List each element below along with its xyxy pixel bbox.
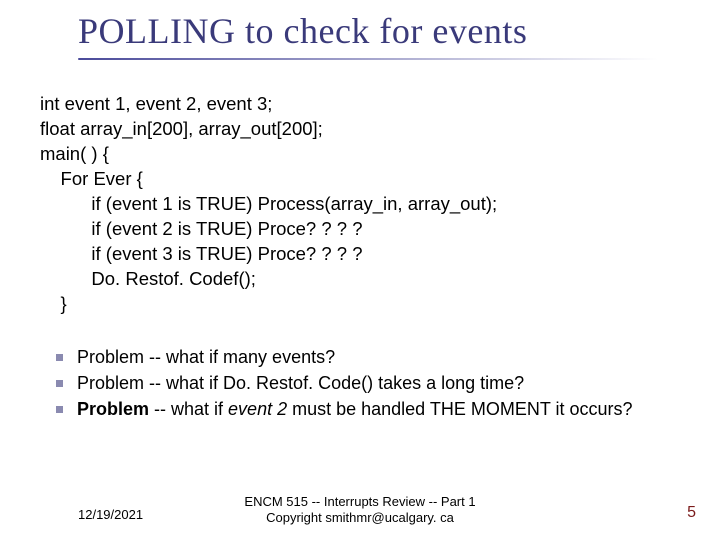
footer-line1: ENCM 515 -- Interrupts Review -- Part 1: [0, 494, 720, 510]
footer: 12/19/2021 ENCM 515 -- Interrupts Review…: [0, 486, 720, 526]
title-underline: [78, 58, 658, 60]
footer-center: ENCM 515 -- Interrupts Review -- Part 1 …: [0, 494, 720, 527]
page-number: 5: [687, 504, 696, 522]
bullet-item: Problem -- what if event 2 must be handl…: [40, 397, 680, 421]
bullet-ital: event 2: [228, 399, 287, 419]
code-line: float array_in[200], array_out[200];: [40, 118, 323, 139]
code-line: main( ) {: [40, 143, 109, 164]
bullet-icon: [56, 354, 63, 361]
code-line: Do. Restof. Codef();: [40, 268, 256, 289]
slide-title: POLLING to check for events: [78, 10, 690, 52]
bullet-post: must be handled THE MOMENT it occurs?: [287, 399, 632, 419]
bullet-text: Problem -- what if event 2 must be handl…: [77, 397, 680, 421]
slide: POLLING to check for events int event 1,…: [0, 0, 720, 540]
code-line: if (event 1 is TRUE) Process(array_in, a…: [40, 193, 497, 214]
footer-line2: Copyright smithmr@ucalgary. ca: [0, 510, 720, 526]
code-block: int event 1, event 2, event 3; float arr…: [40, 92, 680, 317]
bullet-icon: [56, 380, 63, 387]
code-line: int event 1, event 2, event 3;: [40, 93, 272, 114]
bullet-icon: [56, 406, 63, 413]
bullet-list: Problem -- what if many events? Problem …: [40, 345, 680, 422]
bullet-item: Problem -- what if Do. Restof. Code() ta…: [40, 371, 680, 395]
title-area: POLLING to check for events: [78, 10, 690, 60]
code-line: For Ever {: [40, 168, 143, 189]
slide-body: int event 1, event 2, event 3; float arr…: [40, 92, 680, 424]
bullet-text: Problem -- what if many events?: [77, 345, 680, 369]
bullet-text: Problem -- what if Do. Restof. Code() ta…: [77, 371, 680, 395]
bullet-mid: -- what if: [149, 399, 228, 419]
bullet-bold: Problem: [77, 399, 149, 419]
code-line: if (event 2 is TRUE) Proce? ? ? ?: [40, 218, 363, 239]
code-line: if (event 3 is TRUE) Proce? ? ? ?: [40, 243, 363, 264]
code-line: }: [40, 293, 67, 314]
bullet-item: Problem -- what if many events?: [40, 345, 680, 369]
